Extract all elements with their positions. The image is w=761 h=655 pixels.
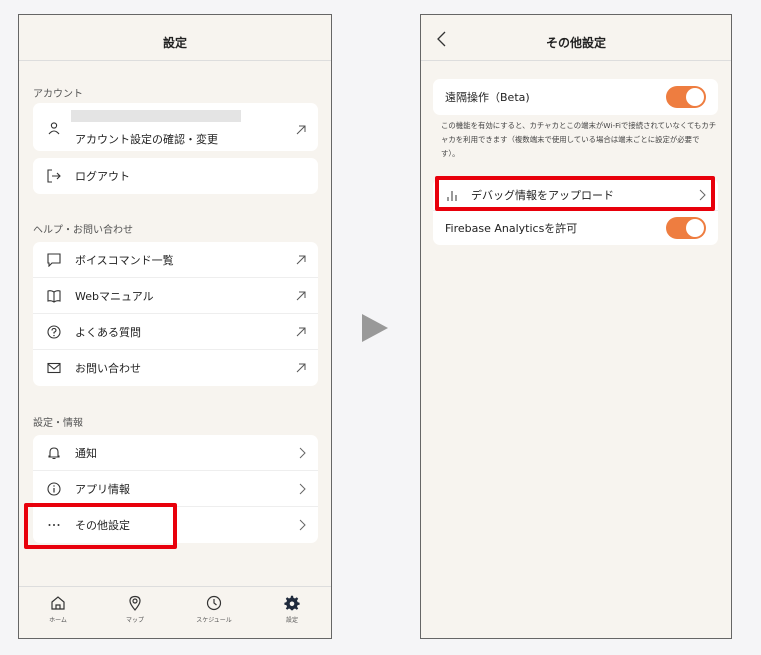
logout-group: ログアウト — [33, 158, 318, 194]
account-settings-label: アカウント設定の確認・変更 — [75, 133, 218, 146]
account-settings-row[interactable]: アカウント設定の確認・変更 — [33, 103, 318, 151]
remote-control-label: 遠隔操作（Beta) — [445, 91, 530, 104]
debug-group: デバッグ情報をアップロード Firebase Analyticsを許可 — [433, 179, 718, 245]
clock-icon — [206, 595, 222, 611]
page-title: その他設定 — [545, 36, 606, 50]
logout-row[interactable]: ログアウト — [33, 158, 318, 194]
chevron-right-icon — [299, 519, 306, 531]
chevron-right-icon — [299, 483, 306, 494]
info-icon — [47, 481, 61, 496]
tab-map-label: マップ — [125, 617, 144, 624]
tab-settings[interactable]: 設定 — [267, 595, 317, 624]
chevron-right-icon — [299, 447, 306, 458]
tab-home-label: ホーム — [49, 617, 67, 624]
external-arrow-icon — [296, 327, 306, 336]
app-info-label: アプリ情報 — [75, 482, 130, 496]
transition-arrow — [362, 314, 388, 342]
tab-schedule-label: スケジュール — [196, 617, 232, 624]
section-label-settings: 設定・情報 — [33, 418, 83, 429]
header: 設定 — [19, 15, 331, 61]
gear-icon — [284, 595, 300, 611]
home-icon — [51, 596, 65, 610]
voice-command-row[interactable]: ボイスコマンド一覧 — [33, 242, 318, 278]
account-group: アカウント設定の確認・変更 — [33, 103, 318, 151]
settings-group: 通知 アプリ情報 その他設定 — [33, 435, 318, 543]
debug-upload-label: デバッグ情報をアップロード — [471, 188, 614, 202]
remote-control-row: 遠隔操作（Beta) — [433, 79, 718, 115]
map-pin-icon — [129, 595, 141, 611]
help-circle-icon — [47, 324, 61, 339]
contact-row[interactable]: お問い合わせ — [33, 350, 318, 386]
user-icon — [48, 122, 60, 135]
external-arrow-icon — [296, 291, 306, 300]
tab-map[interactable]: マップ — [110, 595, 160, 624]
more-dots-icon — [48, 524, 60, 526]
remote-group: 遠隔操作（Beta) — [433, 79, 718, 115]
notification-row[interactable]: 通知 — [33, 435, 318, 471]
web-manual-row[interactable]: Webマニュアル — [33, 278, 318, 314]
external-arrow-icon — [296, 363, 306, 373]
faq-row[interactable]: よくある質問 — [33, 314, 318, 350]
bar-chart-icon — [447, 190, 457, 201]
faq-label: よくある質問 — [75, 325, 141, 339]
web-manual-label: Webマニュアル — [75, 289, 154, 303]
tab-settings-label: 設定 — [285, 617, 298, 624]
voice-command-label: ボイスコマンド一覧 — [75, 253, 174, 267]
debug-upload-row[interactable]: デバッグ情報をアップロード — [433, 179, 718, 211]
logout-label: ログアウト — [75, 170, 130, 183]
account-name-placeholder — [71, 110, 241, 122]
notification-label: 通知 — [75, 446, 97, 460]
app-info-row[interactable]: アプリ情報 — [33, 471, 318, 507]
logout-icon — [47, 169, 61, 183]
tab-bar: ホーム マップ スケジュール 設定 — [19, 586, 331, 638]
other-settings-label: その他設定 — [75, 519, 130, 532]
mail-icon — [47, 362, 61, 374]
analytics-label: Firebase Analyticsを許可 — [445, 222, 578, 235]
section-label-help: ヘルプ・お問い合わせ — [33, 225, 133, 236]
speech-bubble-icon — [47, 252, 61, 267]
other-settings-screen: その他設定 遠隔操作（Beta) この機能を有効にすると、カチャカとこの端末がW… — [420, 14, 732, 639]
remote-description: この機能を有効にすると、カチャカとこの端末がWi-Fiで接続されていなくてもカチ… — [441, 121, 717, 158]
remote-control-toggle[interactable] — [666, 86, 706, 108]
external-arrow-icon — [296, 255, 306, 264]
header: その他設定 — [421, 15, 731, 61]
other-settings-row[interactable]: その他設定 — [33, 507, 318, 543]
external-arrow-icon — [296, 125, 306, 135]
analytics-row: Firebase Analyticsを許可 — [433, 211, 718, 245]
section-label-account: アカウント — [33, 89, 83, 100]
settings-screen: 設定 アカウント アカウント設定の確認・変更 ログアウト ヘルプ・お問い合わせ … — [18, 14, 332, 639]
chevron-right-icon — [699, 189, 706, 200]
help-group: ボイスコマンド一覧 Webマニュアル よくある質問 お問い合わせ — [33, 242, 318, 386]
bell-icon — [48, 446, 60, 459]
page-title: 設定 — [162, 36, 187, 50]
contact-label: お問い合わせ — [75, 362, 141, 375]
tab-schedule[interactable]: スケジュール — [189, 595, 239, 624]
book-icon — [47, 289, 61, 303]
analytics-toggle[interactable] — [666, 217, 706, 239]
tab-home[interactable]: ホーム — [33, 595, 83, 624]
